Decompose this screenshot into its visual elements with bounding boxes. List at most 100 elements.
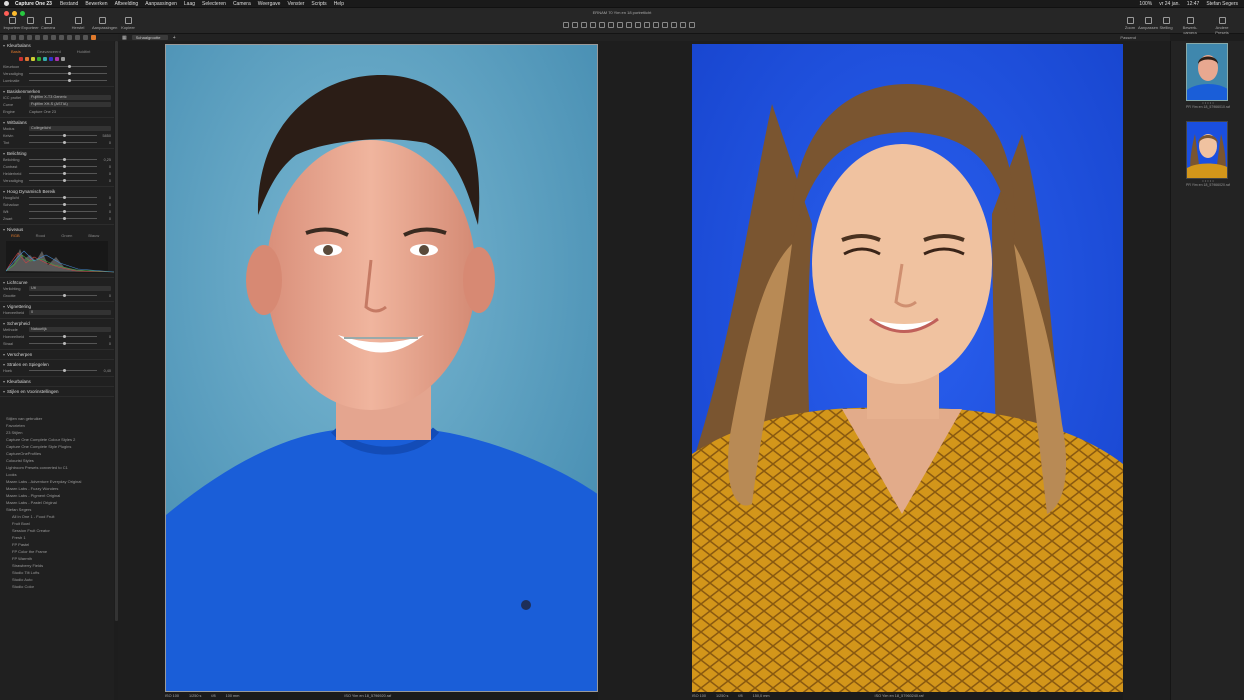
swatch-magenta[interactable] <box>55 57 59 61</box>
swatch-orange[interactable] <box>25 57 29 61</box>
slider-value[interactable]: 0 <box>101 203 111 207</box>
slider[interactable] <box>29 341 97 345</box>
gradient-tool-icon[interactable] <box>635 22 641 28</box>
slider[interactable] <box>29 368 97 372</box>
adjustments-button[interactable]: Aanpassingen <box>92 17 117 30</box>
pan-tool-icon[interactable] <box>563 22 569 28</box>
thumbnail-image[interactable] <box>1186 43 1228 101</box>
capture-tab-icon[interactable] <box>11 35 16 40</box>
slider[interactable] <box>29 202 97 206</box>
slider[interactable] <box>29 164 97 168</box>
apple-icon[interactable] <box>4 1 9 6</box>
list-item[interactable]: Maarn Labs - Adventure Everyday Original <box>6 478 114 485</box>
meta-tab-icon[interactable] <box>59 35 64 40</box>
library-tab-icon[interactable] <box>3 35 8 40</box>
tool-header[interactable]: Verscherpen <box>3 351 111 357</box>
list-item[interactable]: Studio Tilt Lofts <box>6 569 114 576</box>
stelling-button[interactable]: Stelling <box>1156 17 1176 30</box>
menu-aanpassingen[interactable]: Aanpassingen <box>145 1 177 7</box>
slider[interactable] <box>29 71 107 75</box>
wb-mode-dropdown[interactable]: Collegelicht <box>29 126 111 131</box>
clone-tool-icon[interactable] <box>689 22 695 28</box>
favorite-tab-icon[interactable] <box>91 35 96 40</box>
slider-value[interactable]: 0 <box>101 217 111 221</box>
slider[interactable] <box>29 133 97 137</box>
list-item[interactable]: 23 Stijlen <box>6 429 114 436</box>
slider-value[interactable]: 0 <box>101 342 111 346</box>
menu-bewerken[interactable]: Bewerken <box>85 1 107 7</box>
slider-value[interactable]: 0 <box>101 179 111 183</box>
list-item[interactable]: All in One 1 - Food Fruit <box>6 513 114 520</box>
menu-help[interactable]: Help <box>334 1 344 7</box>
slider[interactable] <box>29 64 107 68</box>
tab-red[interactable]: Rood <box>36 233 46 238</box>
slider[interactable] <box>29 293 97 297</box>
swatch-green[interactable] <box>37 57 41 61</box>
heal-tool-icon[interactable] <box>680 22 686 28</box>
output-tab-icon[interactable] <box>67 35 72 40</box>
slider[interactable] <box>29 140 97 144</box>
slider-value[interactable]: 0 <box>101 294 111 298</box>
slider[interactable] <box>29 195 97 199</box>
list-item[interactable]: Stefan Segers <box>6 506 114 513</box>
picker-tool-icon[interactable] <box>644 22 650 28</box>
list-item[interactable]: Strawberry Fields <box>6 562 114 569</box>
slider-value[interactable]: 5850 <box>101 134 111 138</box>
viewer-select[interactable]: Schaalgrootte <box>131 35 168 40</box>
batch-tab-icon[interactable] <box>75 35 80 40</box>
add-icon[interactable]: + <box>173 35 176 41</box>
menu-scripts[interactable]: Scripts <box>311 1 326 7</box>
sharpen-method-dropdown[interactable]: Natuurlijk <box>29 327 111 332</box>
list-item[interactable]: Favorieten <box>6 422 114 429</box>
import-button[interactable]: Importeer <box>2 17 22 30</box>
menu-venster[interactable]: Venster <box>287 1 304 7</box>
menu-weergave[interactable]: Weergave <box>258 1 281 7</box>
keystone-tool-icon[interactable] <box>599 22 605 28</box>
photo-girl-portrait[interactable] <box>692 44 1123 692</box>
copy-button[interactable]: Kopieer <box>118 17 138 30</box>
list-item[interactable]: Fruit Bowl <box>6 520 114 527</box>
menu-bestand[interactable]: Bestand <box>60 1 78 7</box>
thumbnail-image[interactable] <box>1186 121 1228 179</box>
curve-mode-dropdown[interactable]: Uit <box>29 286 111 291</box>
slider[interactable] <box>29 157 97 161</box>
close-window-icon[interactable] <box>4 11 9 16</box>
thumbnail-item[interactable]: • • • • • PR Yim en 18_57966020.raf <box>1186 121 1230 187</box>
slider-value[interactable]: 0 <box>101 172 111 176</box>
presets-button[interactable]: Andere Presets <box>1212 17 1232 35</box>
list-item[interactable]: Capture One Complete Style Plugins <box>6 443 114 450</box>
curve-dropdown[interactable]: Fujifilm XH-S (ASTIA) <box>29 102 111 107</box>
thumbnail-item[interactable]: • • • • • PR Yim en 18_57966010.raf <box>1186 43 1230 109</box>
brush-tool-icon[interactable] <box>617 22 623 28</box>
styles-list-title[interactable]: Stijlen van gebruiker <box>6 415 114 422</box>
wb-picker-tool-icon[interactable] <box>653 22 659 28</box>
undo-button[interactable]: Herstel <box>68 17 88 30</box>
tool-header[interactable]: Stijlen en Voorinstellingen <box>3 388 111 394</box>
slider[interactable] <box>29 216 97 220</box>
list-item[interactable]: Fresh 1 <box>6 534 114 541</box>
list-item[interactable]: Looks <box>6 471 114 478</box>
vignette-dropdown[interactable]: 0 <box>29 310 111 315</box>
slider-value[interactable]: 0,25 <box>101 158 111 162</box>
app-name[interactable]: Capture One 23 <box>15 1 52 7</box>
date-label[interactable]: vr 24 jan. <box>1159 1 1180 7</box>
list-item[interactable]: Studio Auto <box>6 576 114 583</box>
list-item[interactable]: FP Pastel <box>6 541 114 548</box>
slider[interactable] <box>29 171 97 175</box>
grid-view-icon[interactable]: ▦ <box>122 35 127 41</box>
tab-rgb[interactable]: RGB <box>11 233 20 238</box>
list-item[interactable]: Colourist Styles <box>6 457 114 464</box>
annotate-tool-icon[interactable] <box>662 22 668 28</box>
list-item[interactable]: Maarn Labs - Fuzzy Wonders <box>6 485 114 492</box>
menu-afbeelding[interactable]: Afbeelding <box>115 1 139 7</box>
rotate-tool-icon[interactable] <box>590 22 596 28</box>
swatch-blue[interactable] <box>49 57 53 61</box>
user-label[interactable]: Stefan Segers <box>1206 1 1238 7</box>
swatch-yellow[interactable] <box>31 57 35 61</box>
lens-tab-icon[interactable] <box>19 35 24 40</box>
camera-button[interactable]: Camera <box>38 17 58 30</box>
list-item[interactable]: Studio Color <box>6 583 114 590</box>
photo-boy-portrait[interactable] <box>165 44 598 692</box>
battery-label[interactable]: 100% <box>1139 1 1152 7</box>
zoom-button[interactable]: Zoom <box>1120 17 1140 30</box>
